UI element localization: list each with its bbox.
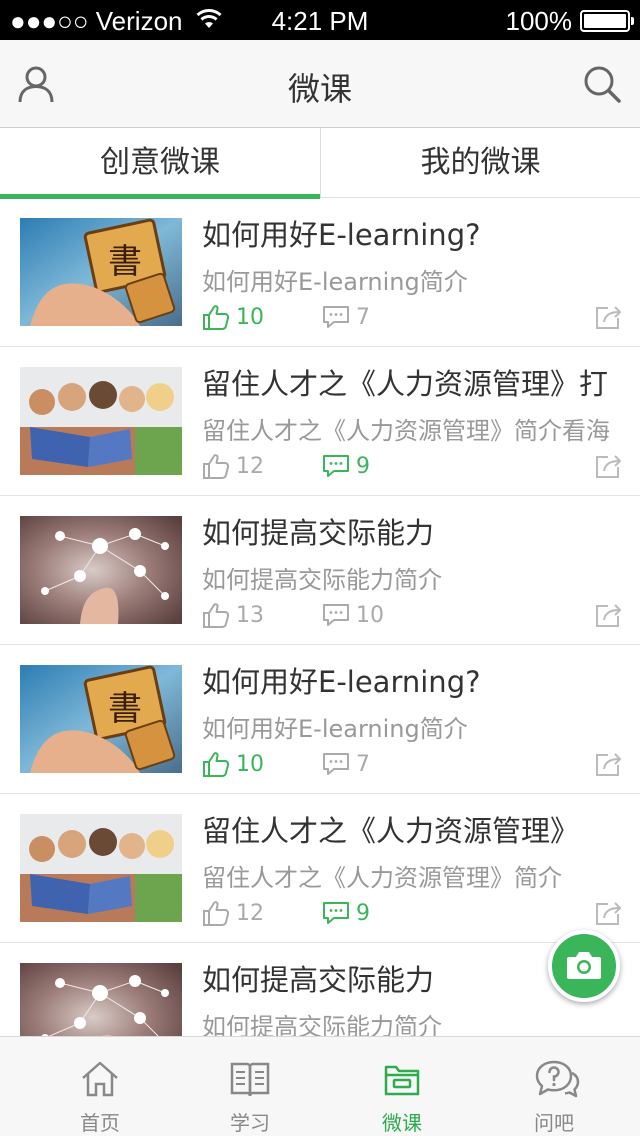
course-description: 如何提高交际能力简介 [202,566,442,594]
course-description: 留住人才之《人力资源管理》简介看海 [202,417,610,445]
share-icon[interactable] [594,453,622,479]
thumbs-up-icon [203,752,230,777]
course-list-item[interactable]: 書 如何用好E-learning? 如何用好E-learning简介 10 7 [0,645,640,794]
camera-button[interactable] [548,930,620,1002]
like-count: 12 [236,453,264,479]
course-list-item[interactable]: 書 如何用好E-learning? 如何用好E-learning简介 10 7 [0,198,640,347]
like-button[interactable]: 13 [202,600,264,630]
camera-icon [567,952,601,979]
course-list-item[interactable]: 留住人才之《人力资源管理》打 留住人才之《人力资源管理》简介看海 12 9 [0,347,640,496]
tab-my-courses[interactable]: 我的微课 [320,128,640,198]
course-thumbnail [20,367,182,475]
page-title: 微课 [287,70,352,108]
comment-count: 10 [356,602,384,628]
comment-button[interactable]: 9 [322,898,370,928]
comment-button[interactable]: 7 [322,302,370,332]
course-description: 如何用好E-learning简介 [202,268,468,296]
battery-icon [580,10,634,32]
bottom-tab-bar: 首页 学习 微课 问吧 [0,1036,640,1136]
bottom-tab-label: 学习 [230,1111,270,1135]
course-list-item[interactable]: 留住人才之《人力资源管理》 留住人才之《人力资源管理》简介 12 9 [0,794,640,943]
like-button[interactable]: 12 [202,898,264,928]
search-icon[interactable] [582,64,622,104]
bottom-tab-home[interactable]: 首页 [20,1037,180,1136]
comment-icon [323,604,349,626]
bottom-tab-study[interactable]: 学习 [170,1037,330,1136]
briefcase-icon [384,1065,420,1096]
navigation-bar: 微课 [0,40,640,128]
like-button[interactable]: 10 [202,302,264,332]
comment-button[interactable]: 7 [322,749,370,779]
thumbs-up-icon [203,603,230,628]
course-thumbnail: 書 [20,218,182,326]
course-list-item[interactable]: 如何提高交际能力 如何提高交际能力简介 [0,943,640,1036]
thumbs-up-icon [203,901,230,926]
comment-icon [323,306,349,328]
like-button[interactable]: 10 [202,749,264,779]
comment-count: 9 [356,453,370,479]
share-icon[interactable] [594,602,622,628]
like-count: 13 [236,602,264,628]
course-title: 如何用好E-learning? [202,218,481,252]
comment-icon [323,455,349,477]
svg-text:書: 書 [108,242,142,282]
thumbs-up-icon [203,454,230,479]
bottom-tab-label: 首页 [80,1111,120,1135]
share-icon[interactable] [594,304,622,330]
like-count: 10 [236,304,264,330]
course-thumbnail [20,814,182,922]
bottom-tab-label: 问吧 [534,1111,574,1135]
share-icon[interactable] [594,751,622,777]
like-count: 12 [236,900,264,926]
course-thumbnail [20,963,182,1036]
home-icon [82,1061,118,1097]
course-thumbnail: 書 [20,665,182,773]
course-title: 如何提高交际能力 [202,516,435,550]
svg-text:書: 書 [108,689,142,729]
course-title: 留住人才之《人力资源管理》 [202,814,580,848]
segment-tabs: 创意微课 我的微课 [0,128,640,199]
share-icon[interactable] [594,900,622,926]
book-icon [230,1062,270,1097]
comment-button[interactable]: 10 [322,600,384,630]
bottom-tab-ask[interactable]: 问吧 [474,1037,634,1136]
like-button[interactable]: 12 [202,451,264,481]
comment-icon [323,753,349,775]
course-description: 如何用好E-learning简介 [202,715,468,743]
comment-button[interactable]: 9 [322,451,370,481]
course-description: 如何提高交际能力简介 [202,1013,442,1036]
comment-count: 7 [356,751,370,777]
course-title: 留住人才之《人力资源管理》打 [202,367,609,401]
like-count: 10 [236,751,264,777]
status-bar: ●●●○○ Verizon 4:21 PM 100% [0,0,640,40]
comment-icon [323,902,349,924]
course-list[interactable]: 書 如何用好E-learning? 如何用好E-learning简介 10 7 … [0,198,640,1036]
question-chat-icon [535,1060,580,1098]
bottom-tab-micro-course[interactable]: 微课 [322,1037,482,1136]
battery-percentage: 100% [505,6,573,36]
bottom-tab-label: 微课 [382,1111,422,1135]
comment-count: 7 [356,304,370,330]
course-description: 留住人才之《人力资源管理》简介 [202,864,562,892]
course-title: 如何用好E-learning? [202,665,481,699]
course-list-item[interactable]: 如何提高交际能力 如何提高交际能力简介 13 10 [0,496,640,645]
thumbs-up-icon [203,305,230,330]
comment-count: 9 [356,900,370,926]
tab-creative-courses[interactable]: 创意微课 [0,128,320,199]
course-thumbnail [20,516,182,624]
